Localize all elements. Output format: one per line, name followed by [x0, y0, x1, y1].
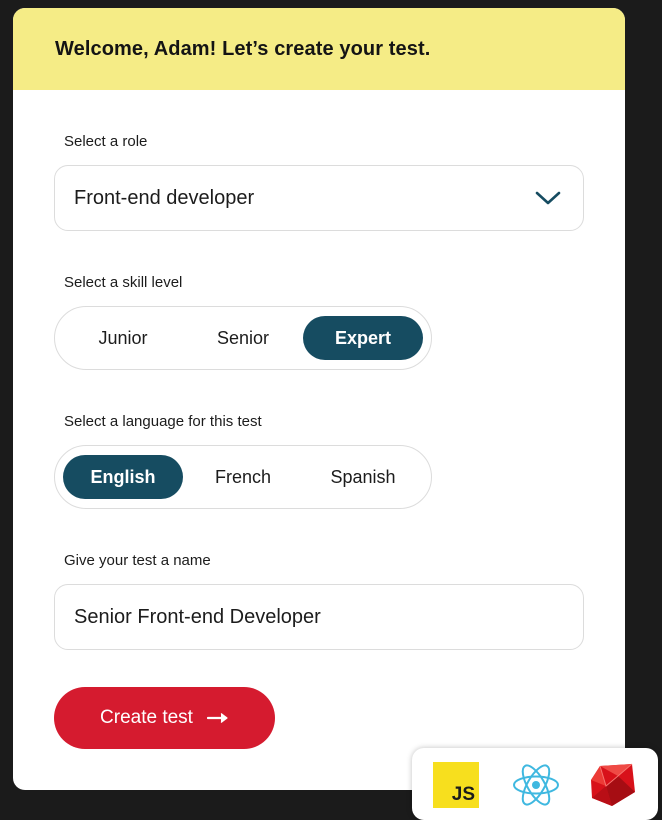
create-test-label: Create test — [100, 707, 193, 728]
page-title: Welcome, Adam! Let’s create your test. — [55, 37, 431, 60]
skill-level-toggle: Junior Senior Expert — [54, 306, 432, 370]
role-select[interactable]: Front-end developer — [54, 165, 584, 231]
javascript-logo-icon: JS — [433, 762, 479, 808]
language-label: Select a language for this test — [64, 413, 262, 430]
arrow-right-icon — [206, 713, 228, 723]
create-test-button[interactable]: Create test — [54, 687, 275, 749]
skill-option-expert[interactable]: Expert — [303, 316, 423, 360]
role-label: Select a role — [64, 133, 148, 150]
skill-option-junior[interactable]: Junior — [63, 316, 183, 360]
role-select-value: Front-end developer — [74, 186, 255, 209]
test-name-value: Senior Front-end Developer — [74, 605, 321, 628]
language-option-spanish[interactable]: Spanish — [303, 455, 423, 499]
javascript-logo-text: JS — [451, 784, 475, 805]
card-header: Welcome, Adam! Let’s create your test. — [13, 8, 625, 90]
ruby-logo-icon — [591, 763, 635, 806]
create-test-card: Welcome, Adam! Let’s create your test. S… — [13, 8, 625, 790]
language-option-french[interactable]: French — [183, 455, 303, 499]
test-name-label: Give your test a name — [64, 552, 211, 569]
react-logo-icon — [513, 764, 559, 806]
test-name-input[interactable]: Senior Front-end Developer — [54, 584, 584, 650]
chevron-down-icon — [535, 191, 561, 205]
language-option-english[interactable]: English — [63, 455, 183, 499]
skill-option-senior[interactable]: Senior — [183, 316, 303, 360]
language-toggle: English French Spanish — [54, 445, 432, 509]
tech-stack-tray: JS — [412, 748, 658, 820]
skill-level-label: Select a skill level — [64, 274, 183, 291]
